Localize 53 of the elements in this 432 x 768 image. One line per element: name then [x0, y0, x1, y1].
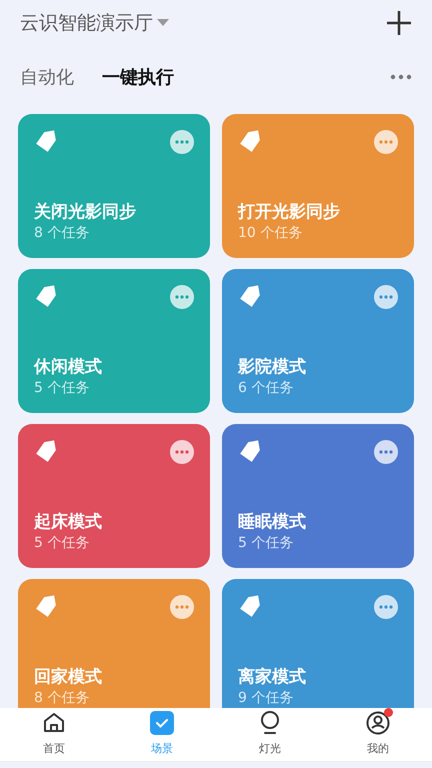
nav-tab[interactable]: 场景: [108, 708, 216, 761]
nav-tab[interactable]: 首页: [0, 708, 108, 761]
scene-name: 休闲模式: [34, 356, 103, 379]
tag-icon: [34, 440, 58, 462]
more-icon[interactable]: [374, 595, 398, 619]
add-icon[interactable]: [386, 10, 412, 36]
task-count: 9 个任务: [238, 689, 294, 707]
task-count: 6 个任务: [238, 379, 294, 397]
scene-name: 关闭光影同步: [34, 201, 137, 224]
more-icon[interactable]: [374, 130, 398, 154]
bulb-icon: [259, 711, 281, 736]
scene-name: 打开光影同步: [238, 201, 341, 224]
scene-card[interactable]: 休闲模式 5 个任务: [18, 269, 210, 413]
checkbox-icon: [150, 711, 174, 736]
more-icon[interactable]: [374, 285, 398, 309]
tag-icon: [238, 595, 262, 617]
tag-icon: [34, 595, 58, 617]
task-count: 5 个任务: [238, 534, 294, 552]
more-icon[interactable]: [170, 440, 194, 464]
tag-icon: [34, 130, 58, 152]
scene-card[interactable]: 离家模式 9 个任务: [222, 579, 414, 708]
tag-icon: [238, 440, 262, 462]
task-count: 10 个任务: [238, 224, 304, 242]
task-count: 8 个任务: [34, 689, 90, 707]
more-icon[interactable]: [374, 440, 398, 464]
task-count: 5 个任务: [34, 379, 90, 397]
scene-card[interactable]: 影院模式 6 个任务: [222, 269, 414, 413]
scene-name: 起床模式: [34, 511, 103, 534]
scene-card[interactable]: 关闭光影同步 8 个任务: [18, 114, 210, 258]
scene-name: 睡眠模式: [238, 511, 307, 534]
nav-tab[interactable]: 灯光: [216, 708, 324, 761]
scene-name: 离家模式: [238, 666, 307, 689]
scene-card[interactable]: 打开光影同步 10 个任务: [222, 114, 414, 258]
tab[interactable]: 一键执行: [102, 64, 174, 90]
dropdown-caret-icon[interactable]: [157, 19, 169, 27]
scene-name: 影院模式: [238, 356, 307, 379]
tag-icon: [238, 130, 262, 152]
scene-card[interactable]: 起床模式 5 个任务: [18, 424, 210, 568]
scene-card[interactable]: 回家模式 8 个任务: [18, 579, 210, 708]
more-icon[interactable]: [170, 595, 194, 619]
more-icon[interactable]: [390, 74, 412, 80]
more-icon[interactable]: [170, 285, 194, 309]
scene-name: 回家模式: [34, 666, 103, 689]
tab[interactable]: 自动化: [20, 64, 74, 90]
scene-card[interactable]: 睡眠模式 5 个任务: [222, 424, 414, 568]
user-icon: [366, 711, 390, 736]
task-count: 5 个任务: [34, 534, 90, 552]
home-title[interactable]: 云识智能演示厅: [20, 8, 153, 38]
tag-icon: [238, 285, 262, 307]
task-count: 8 个任务: [34, 224, 90, 242]
tag-icon: [34, 285, 58, 307]
nav-tab[interactable]: 我的: [324, 708, 432, 761]
more-icon[interactable]: [170, 130, 194, 154]
